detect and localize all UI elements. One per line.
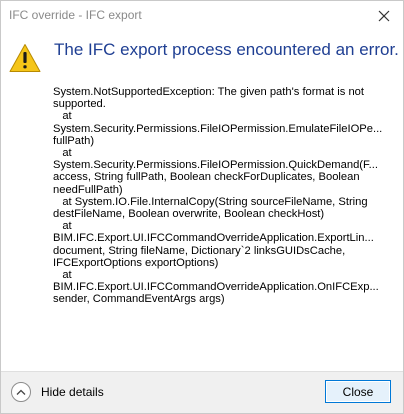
- close-button[interactable]: Close: [325, 380, 391, 403]
- details-line: destFileName, Boolean overwrite, Boolean…: [53, 208, 325, 221]
- details-line: at: [53, 220, 72, 233]
- close-icon: [378, 10, 390, 22]
- window-title: IFC override - IFC export: [9, 8, 142, 22]
- hide-details-toggle[interactable]: Hide details: [11, 380, 104, 404]
- details-line: IFCExportOptions exportOptions): [53, 256, 219, 269]
- hide-details-label: Hide details: [41, 385, 104, 399]
- details-line: at System.IO.File.InternalCopy(String so…: [53, 195, 368, 208]
- title-bar: IFC override - IFC export: [1, 1, 403, 31]
- error-dialog: IFC override - IFC export The IFC export…: [0, 0, 404, 414]
- chevron-up-icon: [11, 382, 31, 402]
- details-line: System.NotSupportedException: The given …: [53, 86, 364, 98]
- details-line: BIM.IFC.Export.UI.IFCCommandOverrideAppl…: [53, 232, 374, 245]
- window-close-button[interactable]: [369, 1, 399, 31]
- details-line: at: [53, 110, 72, 123]
- details-line: needFullPath): [53, 183, 123, 196]
- details-line: at: [53, 147, 72, 160]
- warning-icon: [9, 44, 41, 72]
- error-details: System.NotSupportedException: The given …: [53, 86, 391, 366]
- details-line: BIM.IFC.Export.UI.IFCCommandOverrideAppl…: [53, 281, 379, 294]
- details-line: access, String fullPath, Boolean checkFo…: [53, 171, 360, 184]
- details-line: System.Security.Permissions.FileIOPermis…: [53, 122, 383, 135]
- details-line: at: [53, 269, 72, 282]
- details-line: System.Security.Permissions.FileIOPermis…: [53, 159, 378, 172]
- details-line: document, String fileName, Dictionary`2 …: [53, 244, 346, 257]
- details-line: supported.: [53, 98, 106, 111]
- dialog-footer: Hide details Close: [1, 371, 403, 413]
- details-line: fullPath): [53, 134, 95, 147]
- details-line: sender, CommandEventArgs args): [53, 293, 225, 306]
- error-headline: The IFC export process encountered an er…: [54, 40, 399, 59]
